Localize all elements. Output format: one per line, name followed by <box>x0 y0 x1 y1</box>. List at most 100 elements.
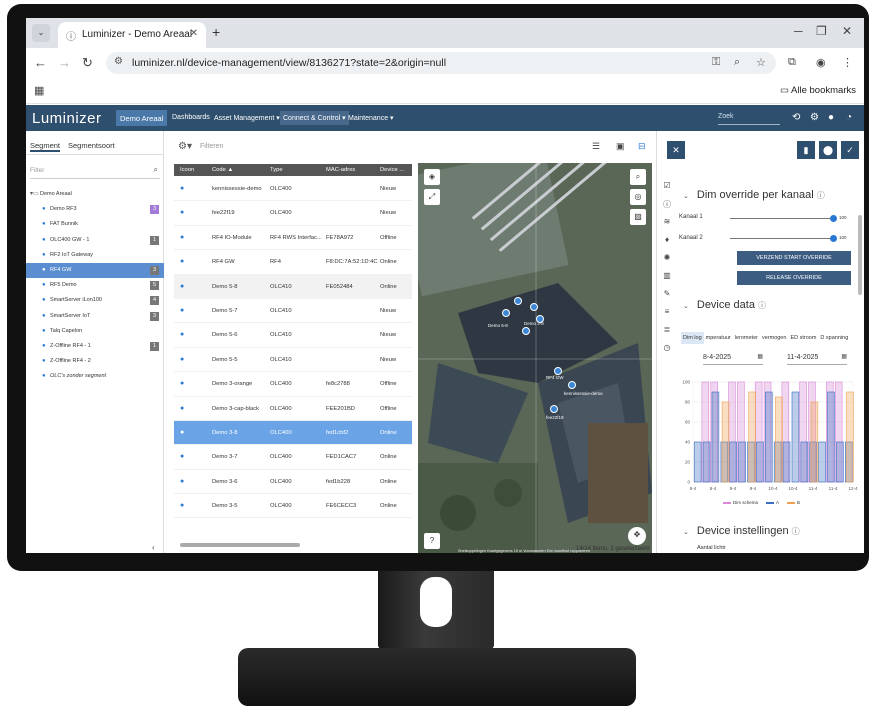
date-from-input[interactable]: 8-4-2025 ▦ <box>703 351 763 365</box>
menu-connect-control[interactable]: Connect & Control ▾ <box>280 111 349 125</box>
close-window-icon[interactable]: ✕ <box>842 24 852 38</box>
vertical-scrollbar[interactable] <box>858 215 862 295</box>
legend-item[interactable]: Dim schema <box>723 500 758 505</box>
help-icon[interactable]: ? <box>424 533 440 549</box>
send-start-override-button[interactable]: VERZEND START OVERRIDE <box>737 251 851 265</box>
tree-item[interactable]: ● SmartServer iLon100 4 <box>26 293 164 308</box>
legend-item[interactable]: A <box>766 500 779 505</box>
release-override-button[interactable]: RELEASE OVERRIDE <box>737 271 851 285</box>
table-settings-icon[interactable]: ⚙▾ <box>178 141 192 152</box>
tree-root[interactable]: ▾▭ Demo Areaal <box>26 187 164 202</box>
browser-tab[interactable]: ⓘ Luminizer - Demo Areaal ✕ <box>58 22 206 48</box>
draw-area-icon[interactable]: ▨ <box>630 209 646 225</box>
tab-segmentsoort[interactable]: Segmentsoort <box>68 141 115 150</box>
tree-item[interactable]: ● OLC400 GW - 1 1 <box>26 233 164 248</box>
tree-item[interactable]: ● RF2 IoT Gateway <box>26 248 164 263</box>
profile-avatar[interactable]: ◉ <box>816 56 826 69</box>
table-row[interactable]: ● Demo 5-7 OLC410 Nieuw <box>174 299 412 324</box>
menu-maintenance[interactable]: Maintenance ▾ <box>348 114 394 122</box>
segment-filter-input[interactable]: Filter ⌕ <box>30 163 160 179</box>
minimize-icon[interactable]: ─ <box>794 24 803 38</box>
url-field[interactable]: ⚙ luminizer.nl/device-management/view/81… <box>106 52 776 74</box>
star-icon[interactable]: ☆ <box>756 56 766 69</box>
list-view-icon[interactable]: ☰ <box>592 141 600 152</box>
device-instellingen-header[interactable]: ⌄ Device instellingen ⓘ <box>683 525 800 537</box>
map-view-icon[interactable]: ▣ <box>616 141 625 152</box>
locate-icon[interactable]: ◎ <box>630 189 646 205</box>
table-row[interactable]: ● Demo 3-8 OLC400 fed1cbf2 Online <box>174 420 412 446</box>
project-badge[interactable]: Demo Areaal <box>116 110 168 126</box>
map-marker[interactable] <box>554 367 562 375</box>
map-marker[interactable] <box>550 405 558 413</box>
table-row[interactable]: ● kennissessie-demo OLC400 Nieuw <box>174 177 412 202</box>
close-tab-icon[interactable]: ✕ <box>190 28 198 39</box>
info-icon[interactable]: ⓘ <box>657 199 677 217</box>
help-circle-icon[interactable]: ⓘ <box>758 301 766 310</box>
user-icon[interactable]: ● <box>828 112 834 123</box>
map-marker[interactable] <box>522 327 530 335</box>
tree-item[interactable]: ● RF5 Demo 5 <box>26 278 164 293</box>
history-icon[interactable]: ⟲ <box>792 112 800 123</box>
tab-led-stroom[interactable]: ED stroom <box>788 332 818 344</box>
tree-item[interactable]: ● Talq Capelon <box>26 324 164 339</box>
help-circle-icon[interactable]: ⓘ <box>792 527 800 536</box>
extensions-icon[interactable]: ⧉ <box>788 56 796 69</box>
lamp-icon[interactable]: ♦ <box>657 235 677 253</box>
locate-device-button[interactable]: ⬤ <box>819 141 837 159</box>
tab-temperatuur[interactable]: mperatuur <box>704 332 733 344</box>
table-row[interactable]: ● Demo 3-7 OLC400 FED1CAC7 Online <box>174 445 412 470</box>
kanaal1-slider-handle[interactable] <box>830 215 837 222</box>
wrench-icon[interactable]: ✎ <box>657 289 677 307</box>
fullscreen-icon[interactable]: ⤢ <box>424 189 440 205</box>
map-marker[interactable] <box>568 381 576 389</box>
table-row[interactable]: ● RF4 IO-Module RF4 RWS Interfac... FE78A97… <box>174 226 412 251</box>
kanaal2-slider-handle[interactable] <box>830 235 837 242</box>
horizontal-scrollbar[interactable] <box>180 543 300 547</box>
table-row[interactable]: ● Demo 3-6 OLC400 fed1b228 Online <box>174 470 412 495</box>
list-icon[interactable]: ≡ <box>657 307 677 325</box>
layers-icon[interactable]: ◈ <box>424 169 440 185</box>
table-row[interactable]: ● fee22f19 OLC400 Nieuw <box>174 201 412 226</box>
table-filter-input[interactable]: Filteren <box>200 143 223 150</box>
legend-item[interactable]: B <box>787 500 800 505</box>
map-marker[interactable] <box>502 309 510 317</box>
tree-item[interactable]: ● Z-Offline RF4 - 1 1 <box>26 339 164 354</box>
tree-item[interactable]: ● SmartServer IoT 3 <box>26 309 164 324</box>
map-search-icon[interactable]: ⌕ <box>630 169 646 185</box>
list-alt-icon[interactable]: ≣ <box>657 325 677 343</box>
tab-dim-log[interactable]: Dim log <box>681 332 704 344</box>
col-type[interactable]: Type <box>270 167 283 173</box>
table-row[interactable]: ● Demo 3-cap-black OLC400 FEE201BD Offline <box>174 397 412 421</box>
col-icoon[interactable]: Icoon <box>180 167 194 173</box>
back-icon[interactable]: ← <box>34 55 47 70</box>
apps-icon[interactable]: ▦ <box>34 84 44 97</box>
site-settings-icon[interactable]: ⚙ <box>114 56 123 67</box>
date-to-input[interactable]: 11-4-2025 ▦ <box>787 351 847 365</box>
col-code[interactable]: Code ▲ <box>212 167 233 173</box>
delete-button[interactable]: ▮ <box>797 141 815 159</box>
table-row[interactable]: ● Demo 5-5 OLC410 Nieuw <box>174 348 412 373</box>
split-view-icon[interactable]: ⊟ <box>638 141 646 152</box>
all-bookmarks-link[interactable]: ▭ Alle bookmarks <box>780 85 856 96</box>
table-row[interactable]: ● Demo 5-8 OLC410 FE052484 Online <box>174 274 412 299</box>
reload-icon[interactable]: ↻ <box>82 55 93 71</box>
bulb-icon[interactable]: ✺ <box>657 253 677 271</box>
tree-item[interactable]: ● Z-Offline RF4 - 2 <box>26 354 164 369</box>
table-row[interactable]: ● Demo 3-5 OLC400 FE6CECC3 Online <box>174 494 412 519</box>
key-icon[interactable]: ⚿ <box>712 56 720 69</box>
restore-icon[interactable]: ❐ <box>816 24 827 38</box>
tab-accelerometer[interactable]: lerometer <box>733 332 760 344</box>
close-panel-button[interactable]: ✕ <box>667 141 685 159</box>
tab-search-button[interactable]: ⌄ <box>32 24 50 42</box>
tree-item[interactable]: ● RF4 GW 3 <box>26 262 164 279</box>
history-log-icon[interactable]: ◷ <box>657 343 677 361</box>
kanaal1-slider-track[interactable] <box>730 215 837 222</box>
zoom-icon[interactable]: ⌕ <box>734 56 740 69</box>
col-device-status[interactable]: Device ... <box>380 167 404 173</box>
notifications-icon[interactable]: ◔ <box>846 112 852 123</box>
menu-icon[interactable]: ⋮ <box>842 56 853 69</box>
app-search-input[interactable]: Zoek <box>718 111 780 125</box>
new-tab-button[interactable]: + <box>212 24 220 40</box>
table-row[interactable]: ● Demo 5-6 OLC410 Nieuw <box>174 323 412 348</box>
table-row[interactable]: ● Demo 3-orange OLC400 fe8c2788 Offline <box>174 372 412 397</box>
